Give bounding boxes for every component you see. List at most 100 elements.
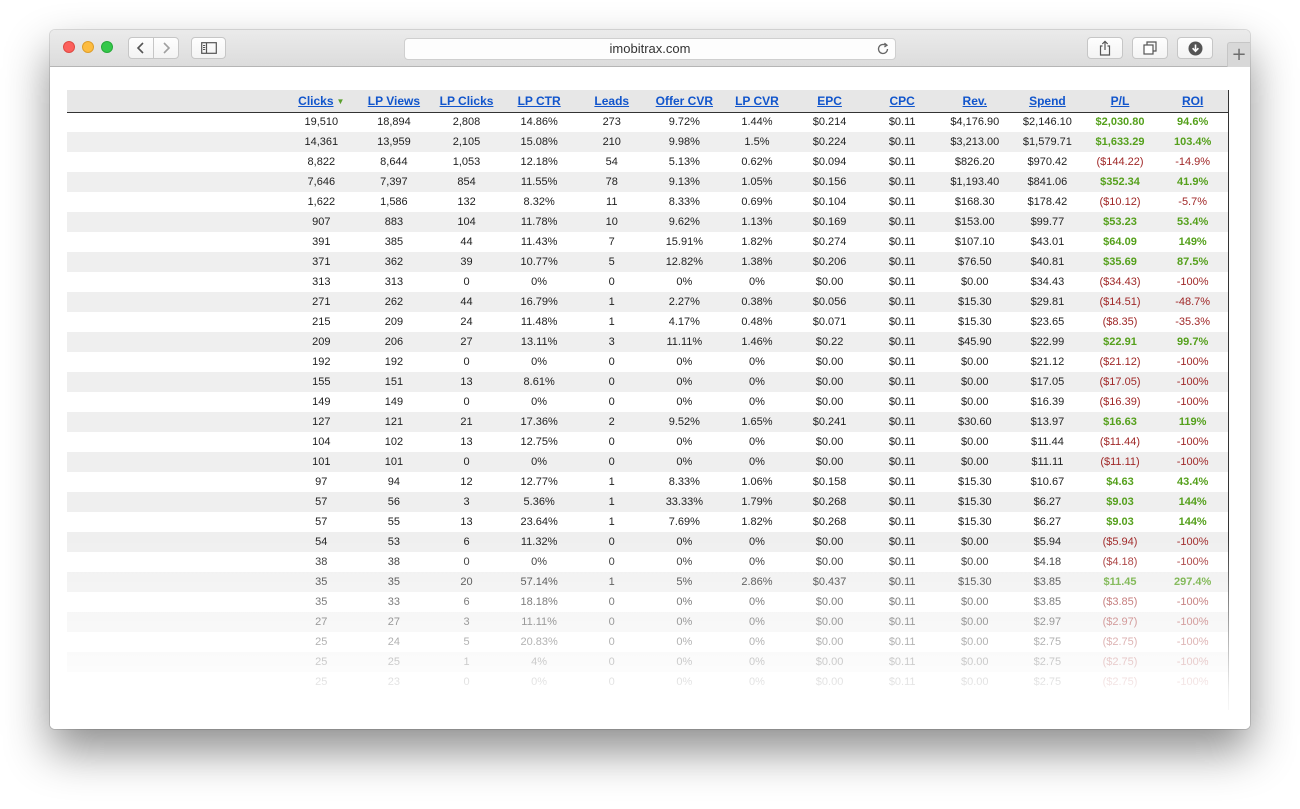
sort-link-lp-cvr[interactable]: LP CVR xyxy=(735,94,779,108)
sort-link-spend[interactable]: Spend xyxy=(1029,94,1066,108)
address-bar[interactable]: imobitrax.com xyxy=(404,38,896,60)
column-header-leads[interactable]: Leads xyxy=(575,90,649,113)
column-header-pl[interactable]: P/L xyxy=(1083,90,1157,113)
cell-epc: $0.00 xyxy=(815,676,844,688)
cell-lp-ctr: 15.08% xyxy=(520,136,558,148)
cell-rev: $0.00 xyxy=(961,676,989,688)
cell-lp-views: 38 xyxy=(387,556,401,568)
sort-link-lp-clicks[interactable]: LP Clicks xyxy=(440,94,494,108)
cell-spend: $2.75 xyxy=(1033,636,1062,648)
cell-lp-cvr: 1.05% xyxy=(741,176,773,188)
column-header-cpc[interactable]: CPC xyxy=(865,90,939,113)
cell-lp-ctr: 0% xyxy=(531,276,548,288)
column-header-spend[interactable]: Spend xyxy=(1011,90,1084,113)
reload-icon[interactable] xyxy=(876,42,890,56)
close-window-button[interactable] xyxy=(63,41,75,53)
sort-link-lp-ctr[interactable]: LP CTR xyxy=(518,94,561,108)
table-row: 54 53 6 11.32% 0 0% 0% $0.00 $0.11 $0.00 $5.94 ($5.… xyxy=(67,532,1229,552)
sort-link-pl[interactable]: P/L xyxy=(1111,94,1130,108)
cell-lp-clicks: 24 xyxy=(460,316,473,328)
cell-roi: -100% xyxy=(1176,356,1209,368)
sort-link-offer-cvr[interactable]: Offer CVR xyxy=(656,94,713,108)
cell-epc: $0.00 xyxy=(815,636,844,648)
cell-epc: $0.094 xyxy=(812,156,847,168)
cell-name xyxy=(67,192,285,212)
cell-name xyxy=(67,472,285,492)
cell-spend: $2.97 xyxy=(1033,616,1062,628)
cell-spend: $1,579.71 xyxy=(1022,136,1072,148)
cell-name xyxy=(67,532,285,552)
cell-offer-cvr: 8.33% xyxy=(668,476,700,488)
column-header-offer-cvr[interactable]: Offer CVR xyxy=(648,90,721,113)
chevron-right-icon xyxy=(163,42,171,54)
sort-link-cpc[interactable]: CPC xyxy=(890,94,915,108)
cell-lp-views: 362 xyxy=(384,256,404,268)
cell-lp-ctr: 17.36% xyxy=(520,416,558,428)
forward-button[interactable] xyxy=(153,37,179,59)
cell-name xyxy=(67,672,285,692)
sort-desc-icon: ▼ xyxy=(336,96,345,106)
cell-epc: $0.071 xyxy=(812,316,847,328)
cell-name xyxy=(67,432,285,452)
column-header-rev[interactable]: Rev. xyxy=(938,90,1012,113)
cell-pl: $16.63 xyxy=(1103,416,1137,428)
cell-rev: $0.00 xyxy=(961,376,989,388)
sidebar-toggle-button[interactable] xyxy=(191,37,226,59)
cell-lp-clicks: 2,808 xyxy=(452,116,481,129)
cell-leads: 3 xyxy=(608,336,615,348)
zoom-window-button[interactable] xyxy=(101,41,113,53)
cell-lp-views: 55 xyxy=(387,516,401,528)
column-header-clicks[interactable]: Clicks ▼ xyxy=(285,90,358,113)
cell-leads: 1 xyxy=(608,476,615,488)
cell-epc: $0.00 xyxy=(815,456,844,468)
table-body: 19,510 18,894 2,808 14.86% 273 9.72% 1.44% $0.2… xyxy=(67,112,1229,692)
cell-cpc: $0.11 xyxy=(888,336,916,348)
cell-leads: 210 xyxy=(602,136,621,148)
cell-spend: $5.94 xyxy=(1033,536,1062,548)
cell-offer-cvr: 0% xyxy=(676,456,693,468)
cell-roi: -100% xyxy=(1176,276,1209,288)
column-header-roi[interactable]: ROI xyxy=(1156,90,1229,113)
page-content: Clicks ▼ LP Views LP Clicks LP CTR Leads … xyxy=(50,68,1250,729)
column-header-lp-clicks[interactable]: LP Clicks xyxy=(430,90,503,113)
cell-lp-ctr: 8.32% xyxy=(523,196,555,208)
column-header-lp-views[interactable]: LP Views xyxy=(357,90,431,113)
sort-link-lp-views[interactable]: LP Views xyxy=(368,94,420,108)
cell-lp-clicks: 12 xyxy=(460,476,473,488)
sort-link-clicks[interactable]: Clicks xyxy=(298,94,333,108)
column-header-lp-cvr[interactable]: LP CVR xyxy=(720,90,794,113)
share-button[interactable] xyxy=(1087,37,1123,59)
cell-lp-clicks: 44 xyxy=(460,236,473,248)
cell-roi: -100% xyxy=(1176,536,1209,548)
cell-epc: $0.104 xyxy=(812,196,847,208)
cell-clicks: 104 xyxy=(312,436,331,448)
cell-rev: $45.90 xyxy=(957,336,992,348)
column-header-epc[interactable]: EPC xyxy=(793,90,866,113)
cell-offer-cvr: 7.69% xyxy=(668,516,700,528)
cell-pl: $352.34 xyxy=(1100,176,1140,188)
sort-link-epc[interactable]: EPC xyxy=(817,94,842,108)
cell-clicks: 149 xyxy=(312,396,331,408)
cell-pl: $11.45 xyxy=(1103,576,1137,588)
cell-offer-cvr: 5% xyxy=(676,576,693,588)
show-tabs-button[interactable] xyxy=(1132,37,1168,59)
cell-cpc: $0.11 xyxy=(888,356,916,368)
column-header-lp-ctr[interactable]: LP CTR xyxy=(502,90,576,113)
sort-link-leads[interactable]: Leads xyxy=(594,94,629,108)
cell-lp-clicks: 1 xyxy=(463,656,470,668)
cell-lp-views: 121 xyxy=(384,416,404,428)
cell-epc: $0.056 xyxy=(812,296,847,308)
minimize-window-button[interactable] xyxy=(82,41,94,53)
cell-lp-views: 94 xyxy=(387,476,401,488)
downloads-button[interactable] xyxy=(1177,37,1213,59)
cell-lp-ctr: 11.55% xyxy=(520,176,558,188)
tabs-icon xyxy=(1143,41,1157,55)
back-button[interactable] xyxy=(128,37,154,59)
new-tab-button[interactable]: + xyxy=(1227,42,1250,67)
cell-name xyxy=(67,312,285,332)
cell-clicks: 54 xyxy=(315,536,328,548)
cell-lp-ctr: 11.32% xyxy=(520,536,558,548)
cell-clicks: 25 xyxy=(315,636,328,648)
sort-link-rev[interactable]: Rev. xyxy=(963,94,987,108)
sort-link-roi[interactable]: ROI xyxy=(1182,94,1203,108)
